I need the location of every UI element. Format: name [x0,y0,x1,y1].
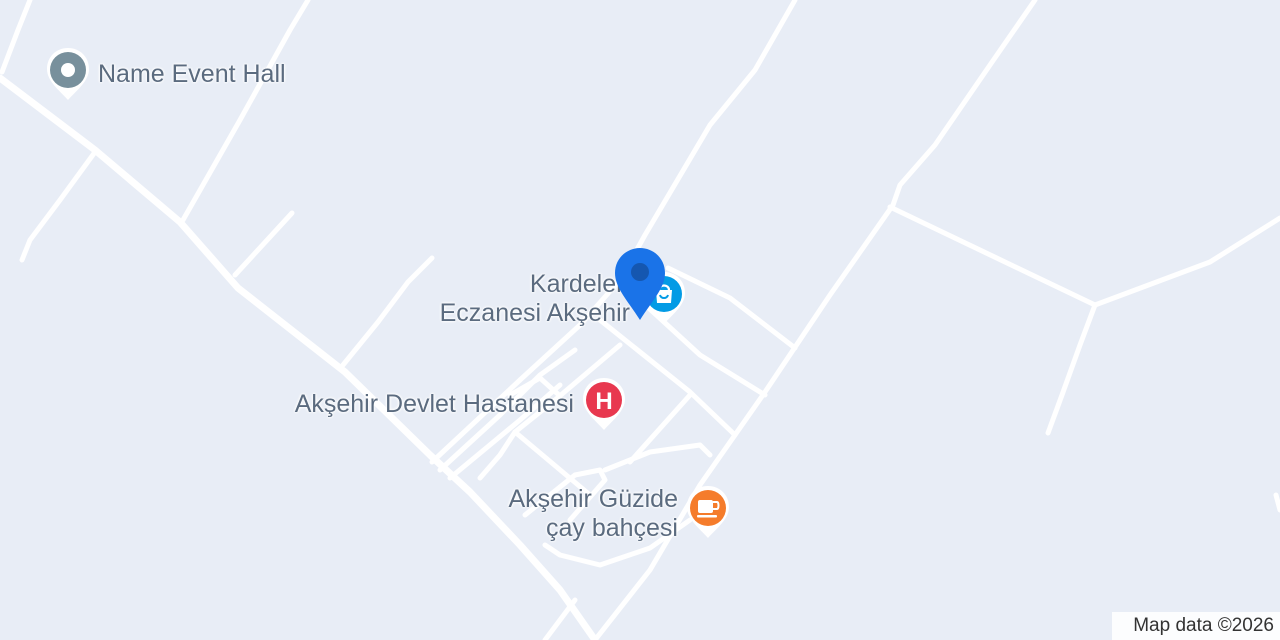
poi-label-pharmacy[interactable]: Kardelen Eczanesi Akşehir [440,270,630,328]
place-pin-icon[interactable] [43,46,93,102]
map-attribution[interactable]: Map data ©2026 [1112,612,1280,640]
road [1045,302,1098,436]
road [180,0,311,223]
road [232,210,295,278]
hospital-icon: H [595,388,612,415]
road [1273,492,1280,513]
road [0,0,33,75]
poi-label-line: Eczanesi Akşehir [439,299,630,327]
hospital-marker[interactable]: H [579,376,629,432]
poi-label-hospital[interactable]: Akşehir Devlet Hastanesi [295,390,574,419]
road [602,442,713,473]
road [887,204,1280,308]
map-canvas[interactable]: Name Event Hall Kardelen Eczanesi Akşehi… [0,0,1280,640]
poi-label-event-hall[interactable]: Name Event Hall [98,60,286,89]
road [542,597,578,640]
road [340,255,435,368]
poi-label-cafe[interactable]: Akşehir Güzide çay bahçesi [508,485,678,543]
poi-label-line: Akşehir Güzide [508,485,678,513]
cafe-marker[interactable] [683,484,733,540]
road [19,149,98,263]
poi-label-line: Kardelen [529,270,630,298]
poi-label-line: çay bahçesi [545,514,678,542]
location-pin-icon[interactable] [612,245,668,323]
